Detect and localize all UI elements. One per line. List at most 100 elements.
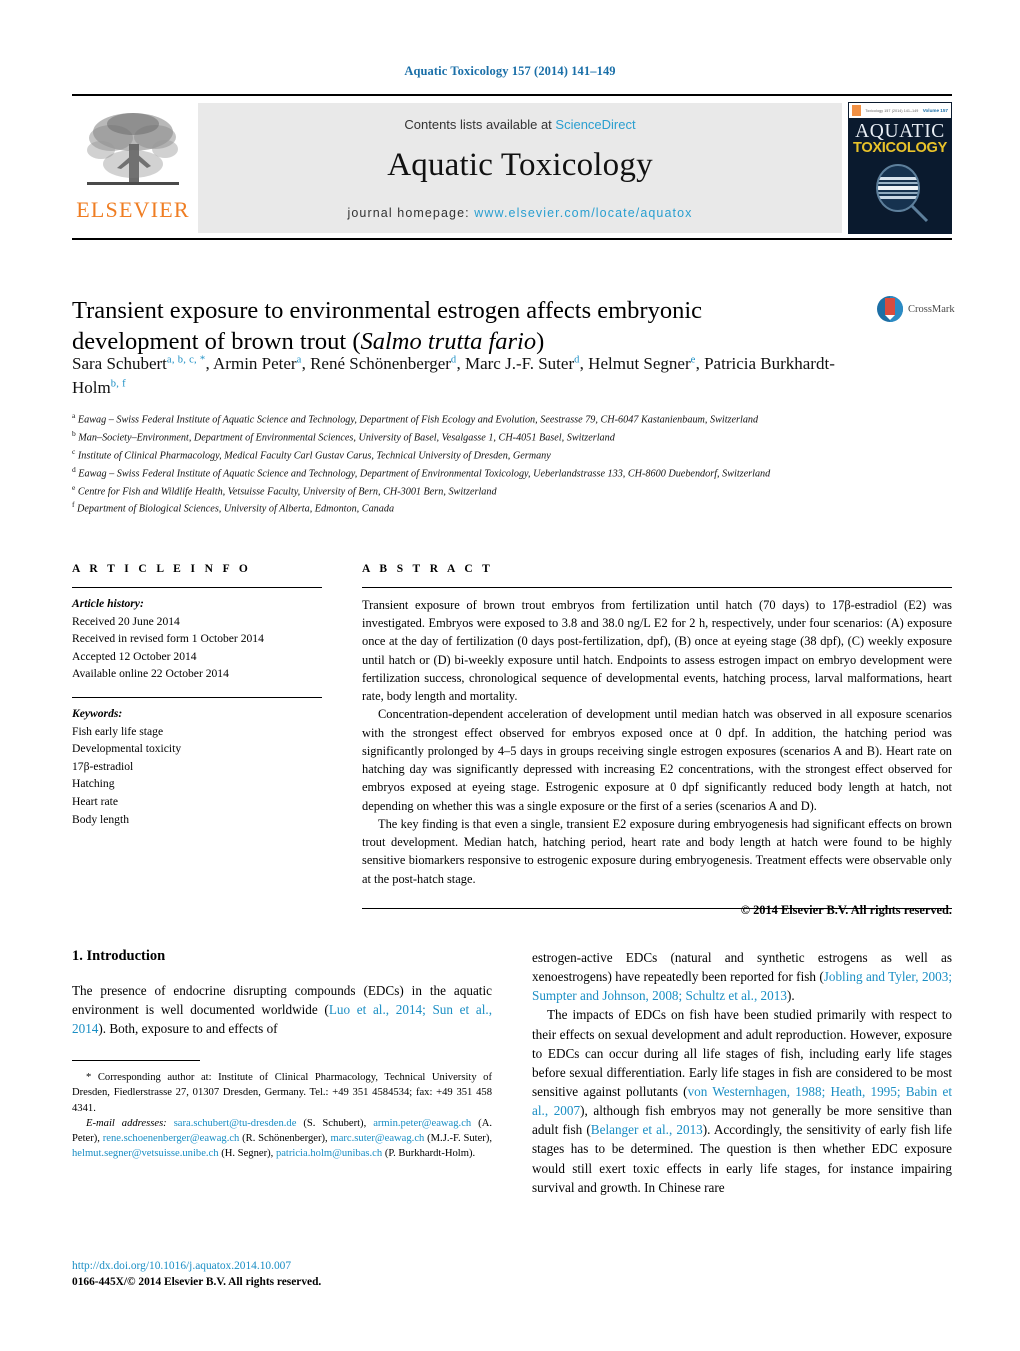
email-link[interactable]: sara.schubert@tu-dresden.de: [174, 1118, 297, 1129]
email-link[interactable]: patricia.holm@unibas.ch: [276, 1148, 382, 1159]
author-affiliation-marker: b, f: [110, 378, 126, 390]
keywords-block: Keywords: Fish early life stage Developme…: [72, 705, 322, 828]
crossmark-label: CrossMark: [908, 303, 955, 315]
affiliation-item: c Institute of Clinical Pharmacology, Me…: [72, 446, 551, 462]
elsevier-wordmark: ELSEVIER: [76, 197, 190, 222]
article-info-section: A R T I C L E I N F O Article history: R…: [72, 563, 322, 828]
page-title: Transient exposure to environmental estr…: [72, 296, 862, 358]
article-info-heading: A R T I C L E I N F O: [72, 563, 252, 575]
abstract-heading: A B S T R A C T: [362, 563, 494, 575]
keyword-item: Heart rate: [72, 795, 119, 809]
keywords-label: Keywords:: [72, 707, 123, 721]
contents-list-line: Contents lists available at ScienceDirec…: [198, 117, 842, 132]
article-history-items: Received 20 June 2014 Received in revised…: [72, 615, 264, 681]
author-name: Helmut Segner: [588, 354, 691, 373]
title-line-1: Transient exposure to environmental estr…: [72, 297, 703, 325]
intro-paragraph-right-2: The impacts of EDCs on fish have been st…: [532, 1005, 952, 1196]
affiliation-marker: d: [72, 464, 76, 474]
affiliation-item: f Department of Biological Sciences, Uni…: [72, 500, 395, 515]
homepage-url-link[interactable]: www.elsevier.com/locate/aquatox: [474, 206, 692, 220]
email-owner: (R. Schönenberger),: [239, 1133, 331, 1144]
corresponding-author-note: * Corresponding author at: Institute of …: [72, 1072, 492, 1114]
email-link[interactable]: armin.peter@eawag.ch: [373, 1118, 471, 1129]
abstract-body: Transient exposure of brown trout embryo…: [362, 596, 952, 919]
journal-masthead: ELSEVIER Contents lists available at Sci…: [72, 94, 952, 240]
cover-title-line1: AQUATIC: [855, 121, 945, 142]
cover-elsevier-mark-icon: [852, 105, 861, 116]
affiliation-marker: e: [72, 482, 76, 492]
author-name: René Schönenberger: [310, 354, 451, 373]
introduction-heading: 1. Introduction: [72, 948, 166, 964]
affiliation-item: e Centre for Fish and Wildlife Health, V…: [72, 482, 497, 497]
sciencedirect-link[interactable]: ScienceDirect: [555, 117, 635, 132]
abstract-paragraph: Transient exposure of brown trout embryo…: [362, 598, 952, 704]
affiliation-list: a Eawag – Swiss Federal Institute of Aqu…: [72, 410, 952, 517]
article-info-rule: [72, 587, 322, 588]
affiliation-marker: f: [72, 500, 75, 510]
email-addresses-label: E-mail addresses:: [86, 1117, 167, 1129]
abstract-paragraph: The key finding is that even a single, t…: [362, 816, 952, 886]
abstract-copyright: © 2014 Elsevier B.V. All rights reserved…: [740, 902, 952, 917]
affiliation-marker: b: [72, 428, 76, 438]
keyword-items: Fish early life stage Developmental toxic…: [72, 725, 181, 826]
article-history-item: Received in revised form 1 October 2014: [72, 632, 264, 646]
journal-band: Contents lists available at ScienceDirec…: [198, 103, 842, 233]
cover-topbar-mid: Toxicology 157 (2014) 141–149: [865, 108, 919, 113]
email-addresses-note: E-mail addresses: sara.schubert@tu-dresd…: [72, 1116, 492, 1162]
author-affiliation-marker: a: [296, 354, 302, 366]
author-affiliation-marker: d: [450, 354, 457, 366]
author-affiliation-marker: a, b, c, *: [166, 354, 206, 366]
article-history-label: Article history:: [72, 597, 144, 610]
doi-link[interactable]: http://dx.doi.org/10.1016/j.aquatox.2014…: [72, 1258, 492, 1274]
citation-link-belanger[interactable]: Belanger et al., 2013: [591, 1122, 703, 1137]
cover-topbar-right: Volume 157: [922, 108, 948, 113]
keyword-item: Hatching: [72, 777, 115, 791]
abstract-bottom-rule: [362, 908, 952, 909]
contents-prefix: Contents lists available at: [404, 117, 556, 132]
author-affiliation-marker: e: [690, 354, 696, 366]
email-link[interactable]: rene.schoenenberger@eawag.ch: [103, 1133, 240, 1144]
article-history-item: Received 20 June 2014: [72, 614, 180, 628]
elsevier-tree-icon: [87, 113, 179, 185]
keyword-item: Developmental toxicity: [72, 742, 182, 756]
author-name: Marc J.-F. Suter: [464, 354, 575, 373]
cover-title-line2: TOXICOLOGY: [852, 140, 948, 156]
article-history-item: Available online 22 October 2014: [72, 667, 229, 681]
email-link[interactable]: helmut.segner@vetsuisse.unibe.ch: [72, 1148, 219, 1159]
keyword-item: 17β-estradiol: [72, 759, 134, 773]
abstract-paragraph: Concentration-dependent acceleration of …: [362, 707, 952, 813]
journal-homepage-line: journal homepage: www.elsevier.com/locat…: [198, 206, 842, 220]
abstract-section: A B S T R A C T Transient exposure of br…: [362, 563, 952, 919]
footnote-rule: [72, 1060, 200, 1061]
crossmark-badge[interactable]: CrossMark: [876, 286, 958, 332]
cover-magnifier-icon: [876, 164, 929, 223]
affiliation-item: b Man–Society–Environment, Department of…: [72, 428, 615, 444]
cover-topbar: Toxicology 157 (2014) 141–149 Volume 157: [849, 103, 951, 118]
article-history-item: Accepted 12 October 2014: [72, 649, 197, 663]
body-column-left: 1. Introduction The presence of endocrin…: [72, 948, 492, 1038]
issn-copyright: 0166-445X/© 2014 Elsevier B.V. All right…: [72, 1276, 322, 1289]
email-owner: (H. Segner),: [218, 1148, 276, 1160]
affiliation-item: a Eawag – Swiss Federal Institute of Aqu…: [72, 411, 759, 426]
intro-right-text-b: ).: [786, 988, 795, 1004]
affiliation-marker: a: [72, 411, 76, 420]
email-owner: (P. Burkhardt-Holm).: [382, 1148, 476, 1160]
affiliation-marker: c: [72, 446, 76, 456]
intro-paragraph-right-1: estrogen-active EDCs (natural and synthe…: [532, 948, 952, 1005]
email-owner: (S. Schubert),: [296, 1117, 374, 1129]
article-history-block: Article history: Received 20 June 2014 Re…: [72, 595, 322, 683]
body-column-right: estrogen-active EDCs (natural and synthe…: [532, 948, 952, 1197]
running-head: Aquatic Toxicology 157 (2014) 141–149: [404, 64, 616, 78]
author-list: Sara Schuberta, b, c, *, Armin Petera, R…: [72, 354, 835, 398]
footnote-section: * Corresponding author at: Institute of …: [72, 1060, 492, 1162]
crossmark-icon: [876, 295, 904, 323]
email-link[interactable]: marc.suter@eawag.ch: [330, 1133, 424, 1144]
doi-footer: http://dx.doi.org/10.1016/j.aquatox.2014…: [72, 1258, 492, 1290]
keywords-rule: [72, 697, 322, 699]
keyword-item: Fish early life stage: [72, 724, 164, 738]
author-name: Sara Schubert: [72, 354, 167, 373]
intro-left-text-b: ). Both, exposure to and effects of: [98, 1021, 278, 1037]
article-page: Aquatic Toxicology 157 (2014) 141–149 EL…: [0, 0, 1020, 1351]
elsevier-logo: ELSEVIER: [72, 100, 194, 236]
author-name: Armin Peter: [213, 354, 297, 373]
